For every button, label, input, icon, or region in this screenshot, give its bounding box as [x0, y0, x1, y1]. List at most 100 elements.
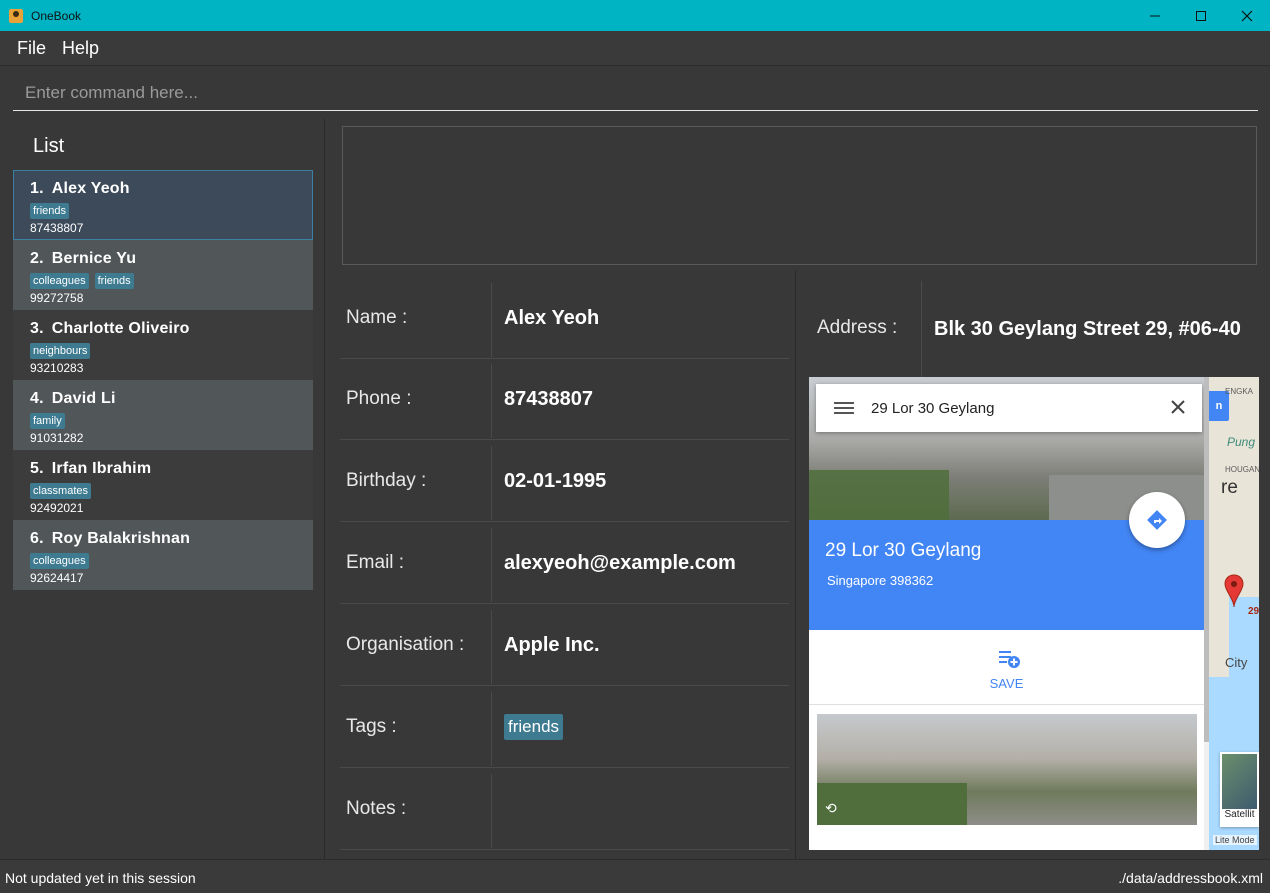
person-tags: friends — [30, 203, 312, 219]
person-tags: family — [30, 413, 312, 429]
person-card[interactable]: 5. Irfan Ibrahim classmates 92492021 — [13, 450, 313, 520]
person-list-panel: List 1. Alex Yeoh friends 87438807 2. Bern… — [0, 119, 325, 859]
address-panel: Address : Blk 30 Geylang Street 29, #06-… — [797, 271, 1270, 859]
person-details: Name : Alex Yeoh Phone : 87438807 Birthd… — [331, 271, 796, 859]
place-address: Singapore 398362 — [827, 573, 934, 588]
map-label: Pung — [1227, 435, 1256, 449]
save-list-icon — [999, 651, 1020, 668]
birthday-label: Birthday : — [346, 470, 427, 491]
tag: colleagues — [30, 273, 89, 289]
person-phone: 92624417 — [30, 571, 84, 585]
person-name: 2. Bernice Yu — [30, 250, 137, 267]
person-tags: classmates — [30, 483, 312, 499]
address-label: Address : — [817, 317, 898, 338]
minimize-button[interactable] — [1132, 0, 1178, 31]
rotate-360-icon[interactable]: ⟲ — [825, 800, 837, 817]
window-title: OneBook — [31, 8, 82, 23]
person-name: 4. David Li — [30, 390, 116, 407]
title-bar: OneBook — [0, 0, 1270, 31]
detail-row-name: Name : Alex Yeoh — [340, 279, 789, 359]
map-search-text[interactable]: 29 Lor 30 Geylang — [871, 400, 994, 417]
panel-scrollbar-thumb[interactable] — [1204, 377, 1209, 742]
map-label: re — [1221, 477, 1238, 498]
person-name: 1. Alex Yeoh — [30, 180, 130, 197]
tag: friends — [504, 714, 564, 740]
close-button[interactable] — [1224, 0, 1270, 31]
person-phone: 92492021 — [30, 501, 84, 515]
close-icon[interactable] — [1169, 398, 1187, 416]
person-phone: 87438807 — [30, 221, 84, 235]
tag: colleagues — [30, 553, 89, 569]
person-tags: colleagues — [30, 553, 312, 569]
phone-label: Phone : — [346, 388, 412, 409]
maximize-icon — [1196, 10, 1206, 21]
tag: neighbours — [30, 343, 91, 359]
app-icon — [9, 8, 23, 23]
map-label: 29 — [1248, 606, 1259, 617]
birthday-value: 02-01-1995 — [504, 469, 607, 492]
email-value: alexyeoh@example.com — [504, 551, 736, 574]
name-label: Name : — [346, 307, 408, 328]
person-card[interactable]: 3. Charlotte Oliveiro neighbours 93210283 — [13, 310, 313, 380]
map-label: ENGKA — [1225, 387, 1254, 396]
menu-file[interactable]: File — [9, 38, 54, 59]
map-view[interactable]: n ENGKA Pung HOUGANG re City 29 Satellit… — [809, 377, 1259, 850]
minimize-icon — [1150, 15, 1160, 16]
person-tags: neighbours — [30, 343, 312, 359]
sync-status: Not updated yet in this session — [5, 870, 196, 886]
satellite-toggle-button[interactable]: Satellit — [1220, 752, 1259, 827]
menu-help[interactable]: Help — [54, 38, 107, 59]
detail-row-organisation: Organisation : Apple Inc. — [340, 606, 789, 686]
organisation-label: Organisation : — [346, 634, 465, 655]
email-label: Email : — [346, 552, 405, 573]
person-name: 5. Irfan Ibrahim — [30, 460, 152, 477]
map-label: City — [1225, 655, 1248, 670]
window-controls — [1132, 0, 1270, 31]
save-label: SAVE — [989, 676, 1024, 691]
person-card[interactable]: 1. Alex Yeoh friends 87438807 — [13, 170, 313, 240]
save-location: ./data/addressbook.xml — [1118, 870, 1263, 886]
tag: friends — [94, 273, 134, 289]
list-title: List — [33, 135, 65, 157]
person-name: 6. Roy Balakrishnan — [30, 530, 191, 547]
command-input[interactable] — [13, 75, 1258, 111]
tags-value: friends — [504, 688, 564, 766]
person-name: 3. Charlotte Oliveiro — [30, 320, 190, 337]
map-label: HOUGANG — [1225, 465, 1259, 474]
menu-icon[interactable] — [834, 399, 854, 417]
tag: family — [30, 413, 65, 429]
person-list[interactable]: 1. Alex Yeoh friends 87438807 2. Bernice Y… — [13, 170, 313, 590]
tag: friends — [30, 203, 70, 219]
organisation-value: Apple Inc. — [504, 633, 600, 656]
person-card[interactable]: 4. David Li family 91031282 — [13, 380, 313, 450]
lite-mode-label: Lite Mode — [1213, 835, 1257, 845]
person-phone: 93210283 — [30, 361, 84, 375]
satellite-label: Satellit — [1224, 809, 1255, 820]
directions-icon — [1147, 510, 1167, 530]
tag: classmates — [30, 483, 92, 499]
result-display[interactable] — [342, 126, 1257, 265]
person-phone: 91031282 — [30, 431, 84, 445]
address-value: Blk 30 Geylang Street 29, #06-40 — [934, 318, 1241, 340]
name-value: Alex Yeoh — [504, 306, 600, 329]
tags-label: Tags : — [346, 716, 397, 737]
person-card[interactable]: 6. Roy Balakrishnan colleagues 92624417 — [13, 520, 313, 590]
status-bar: Not updated yet in this session ./data/a… — [0, 859, 1270, 893]
person-card[interactable]: 2. Bernice Yu colleagues friends 99272758 — [13, 240, 313, 310]
detail-row-tags: Tags : friends — [340, 688, 789, 768]
directions-button[interactable] — [1129, 492, 1185, 548]
detail-row-birthday: Birthday : 02-01-1995 — [340, 442, 789, 522]
person-tags: colleagues friends — [30, 273, 312, 289]
map-pin-icon[interactable] — [1224, 574, 1244, 608]
satellite-thumbnail — [1222, 754, 1257, 809]
street-view-image[interactable]: ⟲ — [817, 714, 1197, 825]
place-panel: 29 Lor 30 Geylang 29 Lor 30 Geylang Sing… — [809, 377, 1209, 850]
map-search-box[interactable]: 29 Lor 30 Geylang — [816, 384, 1202, 432]
detail-row-email: Email : alexyeoh@example.com — [340, 524, 789, 604]
place-name: 29 Lor 30 Geylang — [825, 540, 982, 561]
command-box — [0, 67, 1270, 119]
phone-value: 87438807 — [504, 387, 593, 410]
save-action[interactable]: SAVE — [809, 630, 1204, 705]
maximize-button[interactable] — [1178, 0, 1224, 31]
detail-row-phone: Phone : 87438807 — [340, 360, 789, 440]
